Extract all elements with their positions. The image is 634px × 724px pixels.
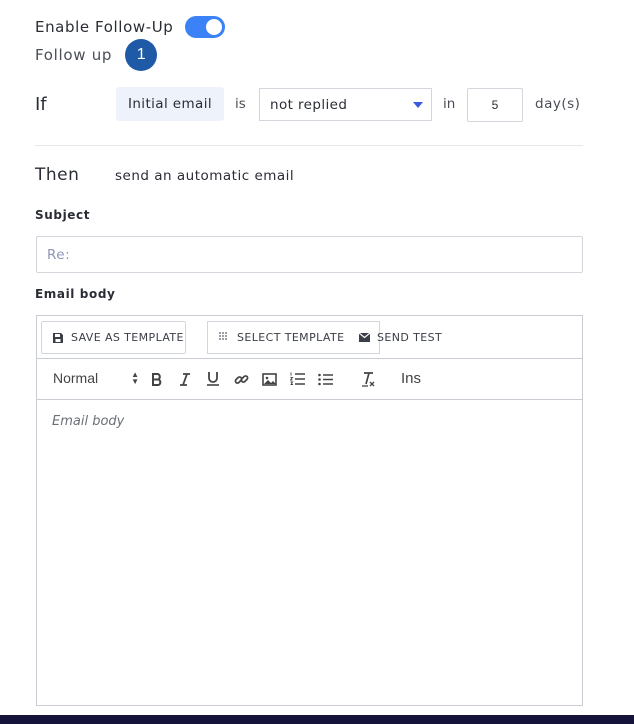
action-text: send an automatic email (115, 168, 295, 184)
text-style-value: Normal (53, 370, 99, 386)
bullet-list-icon[interactable] (316, 369, 334, 389)
bold-icon[interactable] (148, 369, 166, 389)
format-toolbar: Normal ▲ ▼ Ins (37, 359, 582, 400)
insert-dropdown[interactable]: Ins (401, 370, 425, 387)
select-template-label: SELECT TEMPLATE (237, 331, 345, 344)
status-select[interactable]: not replied (259, 88, 432, 121)
condition-row: If Initial email is not replied in 5 day… (35, 87, 585, 123)
trigger-chip: Initial email (116, 87, 224, 121)
subject-input[interactable] (36, 236, 583, 273)
in-label: in (443, 96, 456, 112)
underline-icon[interactable] (204, 369, 222, 389)
email-body-input[interactable]: Email body (37, 400, 582, 705)
status-select-value: not replied (270, 96, 348, 113)
follow-up-step-badge: 1 (125, 39, 158, 71)
subject-label: Subject (35, 208, 91, 222)
is-label: is (235, 96, 246, 112)
save-as-template-label: SAVE AS TEMPLATE (71, 331, 184, 344)
section-divider (35, 145, 583, 146)
footer-bar (0, 715, 634, 724)
follow-up-row: Follow up 1 (35, 39, 158, 71)
email-editor: SAVE AS TEMPLATE SELECT TEMPLATE SEND TE… (36, 315, 583, 706)
caret-down-icon (413, 102, 423, 108)
text-style-select[interactable]: Normal ▲ ▼ (53, 370, 139, 386)
save-as-template-button[interactable]: SAVE AS TEMPLATE (41, 321, 186, 354)
follow-up-label: Follow up (35, 46, 113, 64)
template-toolbar: SAVE AS TEMPLATE SELECT TEMPLATE SEND TE… (37, 316, 582, 359)
envelope-icon (358, 332, 370, 344)
days-input[interactable]: 5 (467, 88, 523, 122)
ordered-list-icon[interactable] (288, 369, 306, 389)
floppy-disk-icon (52, 332, 64, 344)
send-test-button[interactable]: SEND TEST (358, 321, 442, 354)
then-label: Then (35, 165, 80, 185)
italic-icon[interactable] (176, 369, 194, 389)
link-icon[interactable] (232, 369, 250, 389)
updown-arrows-icon: ▲ ▼ (131, 370, 139, 386)
if-label: If (35, 94, 47, 115)
send-test-label: SEND TEST (377, 331, 443, 344)
enable-followup-label: Enable Follow-Up (35, 18, 174, 36)
toggle-knob (206, 19, 223, 35)
image-icon[interactable] (260, 369, 278, 389)
enable-followup-row: Enable Follow-Up (35, 16, 226, 38)
email-body-label: Email body (35, 287, 116, 301)
enable-followup-toggle[interactable] (185, 16, 226, 38)
clear-format-icon[interactable] (359, 369, 377, 389)
template-icon (218, 332, 230, 344)
select-template-button[interactable]: SELECT TEMPLATE (207, 321, 380, 354)
days-unit-label: day(s) (535, 96, 581, 112)
